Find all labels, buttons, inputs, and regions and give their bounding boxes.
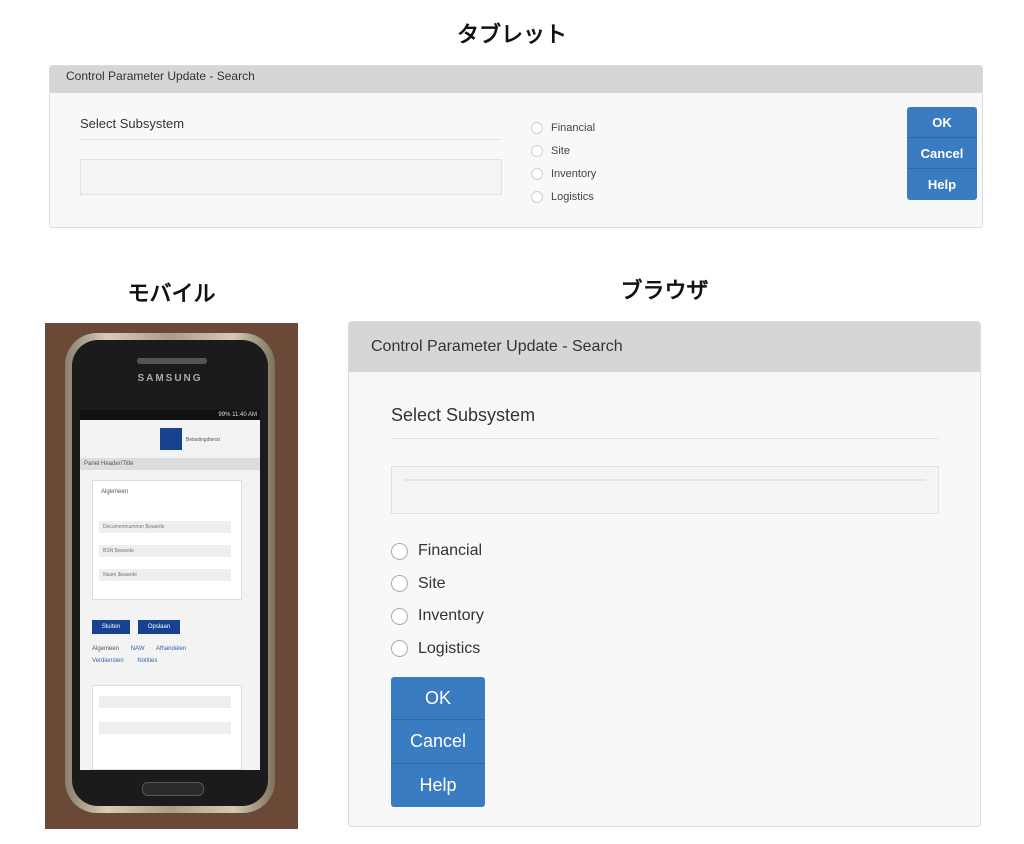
tablet-panel: Control Parameter Update - Search Select… [49, 65, 983, 228]
mobile-field: BSN $waarde [99, 545, 231, 557]
mobile-close-button[interactable]: Sluiten [92, 620, 130, 634]
tablet-radio-site[interactable]: Site [531, 139, 596, 162]
radio-label: Logistics [551, 190, 594, 203]
tablet-ok-button[interactable]: OK [907, 107, 977, 138]
tablet-divider [80, 139, 502, 140]
radio-label: Inventory [551, 167, 597, 180]
radio-label: Financial [418, 542, 483, 560]
caption-browser: ブラウザ [620, 279, 709, 304]
mobile-tab[interactable]: NAW [131, 646, 145, 652]
logo-text: Belastingdienst [186, 437, 220, 443]
phone-brand: SAMSUNG [137, 373, 203, 384]
mobile-tab[interactable]: Algemeen [92, 646, 119, 652]
browser-radio-logistics[interactable]: Logistics [391, 633, 484, 666]
caption-mobile: モバイル [127, 282, 216, 307]
browser-radio-group: Financial Site Inventory Logistics [391, 535, 484, 665]
mobile-panel-header: Panel Header/Title [80, 458, 260, 470]
radio-circle-icon[interactable] [391, 640, 408, 658]
mobile-field: Naam $waarde [99, 569, 231, 581]
radio-label: Logistics [418, 639, 481, 657]
tablet-select-subsystem-label: Select Subsystem [80, 116, 185, 131]
phone-screen: 99% 11:40 AM Belastingdienst Panel Heade… [80, 410, 260, 770]
radio-circle-icon[interactable] [531, 121, 543, 134]
tablet-subsystem-input[interactable] [80, 159, 502, 195]
caption-tablet: タブレット [456, 23, 567, 48]
tablet-radio-inventory[interactable]: Inventory [531, 162, 596, 185]
browser-radio-inventory[interactable]: Inventory [391, 600, 484, 633]
browser-subsystem-input[interactable] [391, 466, 939, 514]
radio-circle-icon[interactable] [531, 144, 543, 157]
belastingdienst-logo-icon [160, 428, 182, 450]
radio-circle-icon[interactable] [391, 607, 408, 625]
browser-panel: Control Parameter Update - Search Select… [348, 321, 981, 827]
status-bar: 99% 11:40 AM [80, 410, 260, 420]
radio-label: Financial [551, 121, 596, 134]
mobile-field-placeholder [99, 722, 231, 734]
input-underline [404, 479, 926, 481]
mobile-card: Algemeen Documentnummer $waarde BSN $waa… [92, 480, 242, 600]
mobile-tab[interactable]: Notities [137, 658, 157, 664]
tablet-help-button[interactable]: Help [907, 169, 977, 200]
mobile-tab[interactable]: Verdiensten [92, 658, 124, 664]
mobile-card-2 [92, 685, 242, 770]
mobile-tabs: Algemeen NAW Afhandelen Verdiensten Noti… [92, 646, 186, 664]
radio-label: Site [551, 144, 570, 157]
speaker-grille [137, 358, 207, 364]
tablet-cancel-button[interactable]: Cancel [907, 138, 977, 169]
browser-divider [391, 438, 939, 439]
radio-circle-icon[interactable] [391, 542, 408, 560]
radio-circle-icon[interactable] [531, 190, 543, 203]
browser-cancel-button[interactable]: Cancel [391, 720, 485, 764]
browser-ok-button[interactable]: OK [391, 677, 485, 721]
radio-circle-icon[interactable] [391, 575, 408, 593]
phone-face: SAMSUNG 99% 11:40 AM Belastingdienst Pan… [72, 340, 268, 806]
phone-body: SAMSUNG 99% 11:40 AM Belastingdienst Pan… [65, 333, 275, 813]
browser-select-subsystem-label: Select Subsystem [391, 405, 536, 425]
browser-button-group: OK Cancel Help [391, 677, 485, 807]
mobile-tab[interactable]: Afhandelen [156, 646, 186, 652]
browser-help-button[interactable]: Help [391, 764, 485, 807]
tablet-radio-group: Financial Site Inventory Logistics [531, 116, 596, 208]
radio-label: Site [418, 574, 446, 592]
mobile-save-button[interactable]: Opslaan [138, 620, 180, 634]
radio-label: Inventory [418, 607, 484, 625]
browser-radio-financial[interactable]: Financial [391, 535, 484, 568]
mobile-field-placeholder [99, 696, 231, 708]
tablet-radio-logistics[interactable]: Logistics [531, 185, 596, 208]
tablet-radio-financial[interactable]: Financial [531, 116, 596, 139]
mobile-phone-photo: SAMSUNG 99% 11:40 AM Belastingdienst Pan… [45, 323, 298, 829]
radio-circle-icon[interactable] [531, 167, 543, 180]
browser-panel-title: Control Parameter Update - Search [349, 322, 980, 372]
tablet-panel-title: Control Parameter Update - Search [50, 66, 982, 93]
tablet-button-group: OK Cancel Help [907, 107, 977, 200]
mobile-section-title: Algemeen [101, 489, 129, 495]
mobile-field: Documentnummer $waarde [99, 521, 231, 533]
browser-radio-site[interactable]: Site [391, 568, 484, 601]
home-button-icon [142, 782, 204, 796]
